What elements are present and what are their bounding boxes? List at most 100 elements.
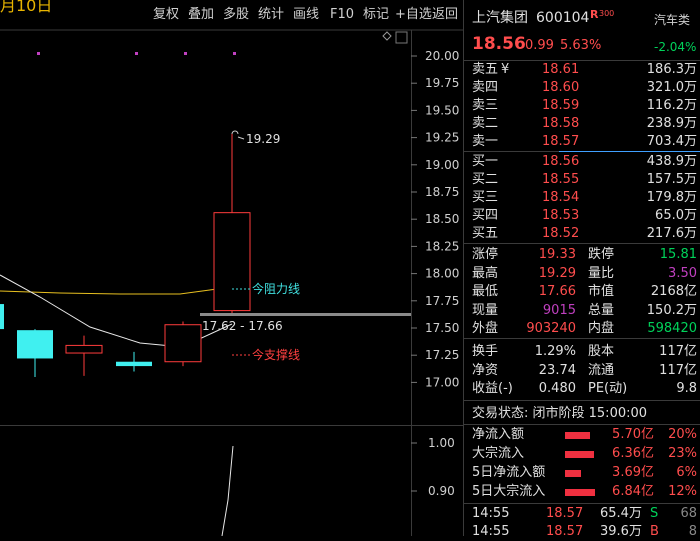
- fund-label: 净资: [472, 362, 499, 378]
- high-marker-icon: [231, 130, 239, 135]
- flow-label: 大宗流入: [472, 446, 525, 461]
- flow-value: 6.36亿: [612, 446, 654, 461]
- ask-volume: 116.2万: [646, 98, 697, 113]
- fundamentals-row[interactable]: 收益(-) 0.480 PE(动) 9.8: [464, 380, 700, 398]
- fund-label: 换手: [472, 344, 499, 359]
- candle-body[interactable]: [164, 324, 202, 363]
- fund-flow-row[interactable]: 5日净流入额 3.69亿 6%: [464, 464, 700, 482]
- ask-level-2[interactable]: 卖二 18.58 238.9万: [464, 115, 700, 133]
- bid-price: 18.54: [542, 190, 580, 205]
- ask-volume: 186.3万: [646, 62, 697, 77]
- resistance-label: 今阻力线: [252, 281, 300, 296]
- stat-label: 现量: [472, 302, 499, 318]
- spread-line: [559, 151, 700, 152]
- stat-value: 903240: [526, 321, 576, 336]
- price-axis-label: 17.75: [425, 294, 459, 308]
- stats-row[interactable]: 涨停 19.33 跌停 15.81: [464, 246, 700, 264]
- stats-row[interactable]: 最低 17.66 市值 2168亿: [464, 283, 700, 301]
- bid-level-3[interactable]: 买三 18.54 179.8万: [464, 189, 700, 207]
- bid-level-2[interactable]: 买二 18.55 157.5万: [464, 171, 700, 189]
- ask-price: 18.60: [542, 80, 580, 95]
- tick-row[interactable]: 14:55 18.57 39.6万 B 8: [464, 523, 700, 541]
- ma-yellow-line: [0, 286, 233, 295]
- event-marker[interactable]: [37, 52, 40, 55]
- flow-bar: [565, 489, 595, 496]
- price-change-pct: 5.63%: [560, 38, 602, 53]
- candle-body[interactable]: [213, 212, 251, 312]
- bid-level-1[interactable]: 买一 18.56 438.9万: [464, 153, 700, 171]
- indicator-line: [221, 445, 234, 536]
- tick-row[interactable]: 14:55 18.57 65.4万 S 68: [464, 505, 700, 523]
- ask-level-3[interactable]: 卖三 18.59 116.2万: [464, 97, 700, 115]
- stat-label: 最高: [472, 265, 499, 281]
- divider: [464, 243, 700, 244]
- price-change: 0.99: [525, 38, 554, 53]
- stat-value: 19.29: [538, 265, 576, 281]
- divider: [464, 424, 700, 425]
- high-label: 19.29: [246, 132, 280, 146]
- fundamentals-row[interactable]: 净资 23.74 流通 117亿: [464, 362, 700, 380]
- price-axis-label: 18.00: [425, 267, 459, 281]
- candle-body[interactable]: [0, 304, 4, 330]
- price-axis-label: 18.25: [425, 239, 459, 253]
- stat-value: 15.81: [659, 247, 697, 262]
- ask-level-1[interactable]: 卖一 18.57 703.4万: [464, 133, 700, 151]
- stats-row[interactable]: 外盘 903240 内盘 598420: [464, 320, 700, 338]
- ask-label: 卖五: [472, 62, 499, 77]
- price-axis-label: 17.00: [425, 375, 459, 389]
- fund-flow-row[interactable]: 5日大宗流入 6.84亿 12%: [464, 483, 700, 501]
- stock-code: 600104: [536, 10, 590, 26]
- ask-label: 卖四: [472, 80, 499, 95]
- sector-name[interactable]: 汽车类: [654, 11, 690, 29]
- fund-value: 0.480: [538, 381, 576, 396]
- bid-volume: 65.0万: [655, 208, 697, 223]
- bid-label: 买一: [472, 154, 499, 169]
- diamond-icon[interactable]: [382, 31, 392, 41]
- kline-chart-panel[interactable]: 月10日 复权 叠加 多股 统计 画线 F10 标记 +自选 返回 20.00 1…: [0, 0, 463, 536]
- fund-flow-row[interactable]: 大宗流入 6.36亿 23%: [464, 445, 700, 463]
- ask-volume: 238.9万: [646, 116, 697, 131]
- stats-row[interactable]: 现量 9015 总量 150.2万: [464, 302, 700, 320]
- flow-pct: 20%: [668, 427, 697, 442]
- event-marker[interactable]: [135, 52, 138, 55]
- ask-level-4[interactable]: 卖四 18.60 321.0万: [464, 79, 700, 97]
- tick-time: 14:55: [472, 524, 510, 539]
- trade-status-text: 交易状态: 闭市阶段 15:00:00: [472, 406, 648, 421]
- ask-level-5[interactable]: 卖五 18.61 186.3万 ¥: [464, 61, 700, 79]
- divider: [464, 503, 700, 504]
- price-range-band: [200, 313, 411, 316]
- stats-row[interactable]: 最高 19.29 量比 3.50: [464, 265, 700, 283]
- high-pointer: [237, 136, 245, 140]
- ask-label: 卖一: [472, 134, 499, 149]
- bid-volume: 179.8万: [646, 190, 697, 205]
- stat-label: 外盘: [472, 321, 499, 336]
- candle-body[interactable]: [116, 361, 152, 367]
- tick-count: 68: [680, 506, 697, 521]
- bid-level-5[interactable]: 买五 18.52 217.6万: [464, 225, 700, 243]
- fundamentals-row[interactable]: 换手 1.29% 股本 117亿: [464, 343, 700, 361]
- ask-label: 卖二: [472, 116, 499, 131]
- event-marker[interactable]: [184, 52, 187, 55]
- fund-value: 117亿: [659, 344, 697, 359]
- bid-price: 18.56: [542, 154, 580, 169]
- ask-price: 18.58: [542, 116, 580, 131]
- kline-chart-canvas[interactable]: 20.00 19.75 19.50 19.25 19.00 18.75 18.50 18.25…: [0, 0, 463, 536]
- bid-volume: 217.6万: [646, 226, 697, 241]
- bid-volume: 157.5万: [646, 172, 697, 187]
- stat-value: 19.33: [538, 247, 576, 262]
- event-marker[interactable]: [233, 52, 236, 55]
- fund-value: 9.8: [676, 381, 697, 396]
- candle-body[interactable]: [65, 344, 103, 354]
- fund-label: 股本: [588, 344, 615, 359]
- chart-settings-icon[interactable]: [395, 31, 408, 44]
- currency-mark: ¥: [501, 62, 510, 77]
- candle-body[interactable]: [17, 330, 53, 359]
- tick-direction: B: [650, 524, 659, 539]
- fund-label: PE(动): [588, 381, 628, 396]
- fund-flow-row[interactable]: 净流入额 5.70亿 20%: [464, 426, 700, 444]
- bid-level-4[interactable]: 买四 18.53 65.0万: [464, 207, 700, 225]
- price-axis-label: 17.25: [425, 348, 459, 362]
- divider: [464, 338, 700, 339]
- quote-panel: 上汽集团 600104 R 300 汽车类 18.56 0.99 5.63% -…: [463, 0, 700, 539]
- stock-header: 上汽集团 600104 R 300 汽车类: [464, 8, 700, 29]
